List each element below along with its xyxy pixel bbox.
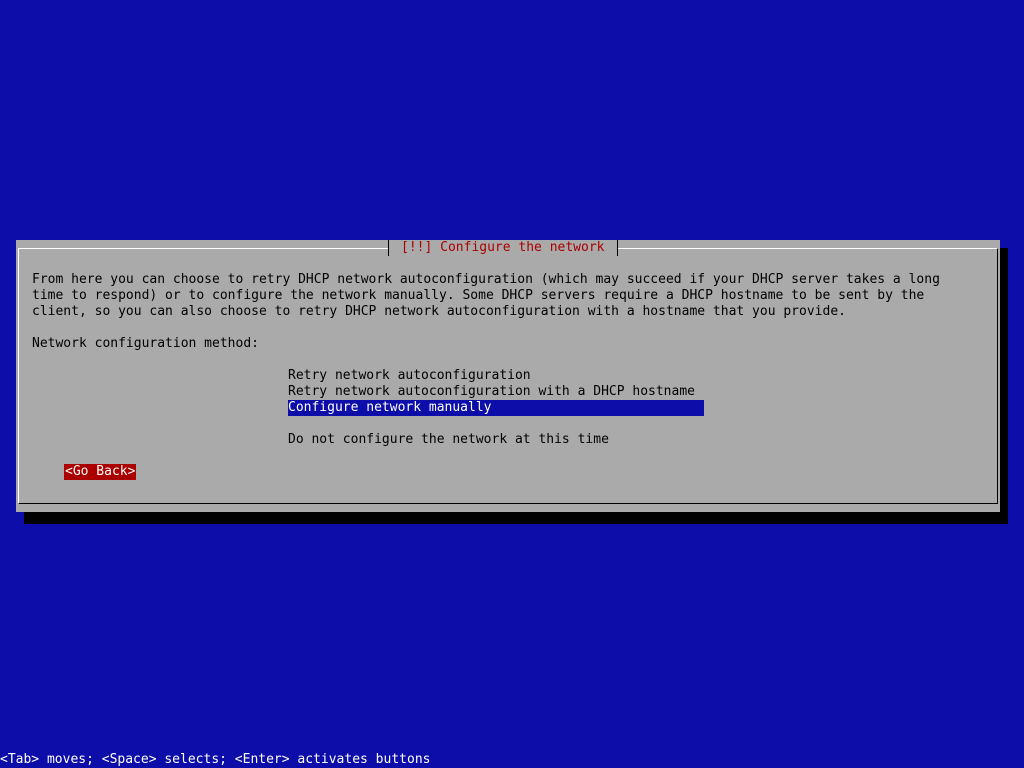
network-method-list: Retry network autoconfiguration Retry ne… (288, 368, 704, 448)
option-configure-manually[interactable]: Configure network manually (288, 400, 704, 416)
go-back-button[interactable]: <Go Back> (64, 464, 137, 480)
dialog-title: [!!] Configure the network (388, 240, 618, 256)
option-retry-autoconfig[interactable]: Retry network autoconfiguration (288, 368, 704, 384)
configure-network-dialog: [!!] Configure the network From here you… (16, 240, 1000, 512)
help-statusbar: <Tab> moves; <Space> selects; <Enter> ac… (0, 752, 1024, 768)
method-prompt: Network configuration method: (32, 336, 259, 351)
option-do-not-configure[interactable]: Do not configure the network at this tim… (288, 432, 704, 448)
dialog-description: From here you can choose to retry DHCP n… (32, 272, 940, 319)
option-spacer (288, 416, 704, 432)
option-retry-autoconfig-hostname[interactable]: Retry network autoconfiguration with a D… (288, 384, 704, 400)
